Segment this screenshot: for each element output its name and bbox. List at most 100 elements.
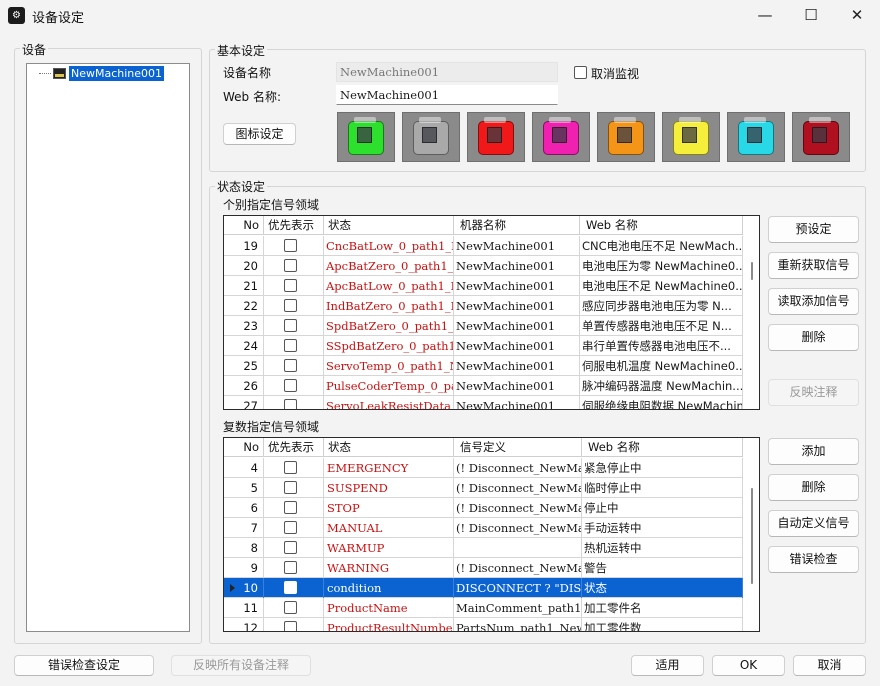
priority-checkbox[interactable] xyxy=(284,501,297,514)
status-cell[interactable]: CncBatLow_0_path1_N... xyxy=(324,236,454,256)
web-name-cell[interactable]: 串行单置传感器电池电压不... xyxy=(580,336,743,356)
table-row[interactable]: 7 MANUAL(! Disconnect_NewMac...手动运转中 xyxy=(224,518,743,538)
web-name-cell[interactable]: 脉冲编码器温度 NewMachin... xyxy=(580,376,743,396)
table-row[interactable]: 10 condition DISCONNECT ? "DIS... 状态 xyxy=(224,578,743,598)
cancel-button[interactable]: 取消 xyxy=(793,655,866,676)
table-row[interactable]: 8 WARMUP 热机运转中 xyxy=(224,538,743,558)
machine-name-cell[interactable]: NewMachine001 xyxy=(454,296,580,316)
priority-checkbox[interactable] xyxy=(284,379,297,392)
machine-name-cell[interactable]: NewMachine001 xyxy=(454,396,580,409)
web-name-cell[interactable]: 热机运转中 xyxy=(582,538,743,558)
status-cell[interactable]: IndBatZero_0_path1_N... xyxy=(324,296,454,316)
priority-checkbox[interactable] xyxy=(284,279,297,292)
machine-color-icon[interactable] xyxy=(532,112,590,162)
table-row[interactable]: 4 EMERGENCY(! Disconnect_NewMac...紧急停止中 xyxy=(224,458,743,478)
error-check-settings-button[interactable]: 错误检查设定 xyxy=(14,655,154,676)
multiple-signal-grid[interactable]: No 优先表示 状态 信号定义 Web 名称 4 EMERGENCY (! Disc… xyxy=(223,437,760,632)
machine-color-icon[interactable] xyxy=(337,112,395,162)
machine-name-cell[interactable]: NewMachine001 xyxy=(454,276,580,296)
table-row[interactable]: 19 CncBatLow_0_path1_N...NewMachine001CNC… xyxy=(224,236,743,256)
status-cell[interactable]: MANUAL xyxy=(324,518,454,538)
web-name-cell[interactable]: 伺服绝缘电阻数据 NewMachin... xyxy=(580,396,743,409)
web-name-cell[interactable]: 单置传感器电池电压不足 N... xyxy=(580,316,743,336)
table-row[interactable]: 12 ProductResultNumber PartsNum_path1_New.… xyxy=(224,618,743,631)
web-name-cell[interactable]: 手动运转中 xyxy=(582,518,743,538)
signal-definition-cell[interactable]: (! Disconnect_NewMac... xyxy=(454,498,582,518)
preset-button[interactable]: 预设定 xyxy=(768,216,859,243)
signal-definition-cell[interactable]: (! Disconnect_NewMac... xyxy=(454,478,582,498)
priority-checkbox[interactable] xyxy=(284,601,297,614)
machine-color-icon[interactable] xyxy=(792,112,850,162)
status-cell[interactable]: ApcBatLow_0_path1_N... xyxy=(324,276,454,296)
machine-name-cell[interactable]: NewMachine001 xyxy=(454,236,580,256)
machine-name-cell[interactable]: NewMachine001 xyxy=(454,316,580,336)
table-row[interactable]: 9 WARNING(! Disconnect_NewMac...警告 xyxy=(224,558,743,578)
web-name-cell[interactable]: 电池电压为零 NewMachine0... xyxy=(580,256,743,276)
status-cell[interactable]: ServoLeakResistData_0... xyxy=(324,396,454,409)
apply-button[interactable]: 适用 xyxy=(631,655,704,676)
web-name-cell[interactable]: 停止中 xyxy=(582,498,743,518)
machine-name-cell[interactable]: NewMachine001 xyxy=(454,376,580,396)
machine-color-icon[interactable] xyxy=(597,112,655,162)
status-cell[interactable]: STOP xyxy=(324,498,454,518)
table-row[interactable]: 25 ServoTemp_0_path1_N...NewMachine001伺服电… xyxy=(224,356,743,376)
individual-grid-scrollbar[interactable] xyxy=(751,262,753,280)
device-tree[interactable]: NewMachine001 xyxy=(26,63,190,632)
status-cell[interactable]: WARMUP xyxy=(324,538,454,558)
status-cell[interactable]: condition xyxy=(324,578,454,598)
delete-button[interactable]: 删除 xyxy=(768,474,859,501)
priority-checkbox[interactable] xyxy=(284,319,297,332)
icon-setting-button[interactable]: 图标设定 xyxy=(223,123,296,145)
table-row[interactable]: 24 SSpdBatZero_0_path1_...NewMachine001串行… xyxy=(224,336,743,356)
priority-checkbox[interactable] xyxy=(284,461,297,474)
tree-item-newmachine001[interactable]: NewMachine001 xyxy=(69,66,165,81)
status-cell[interactable]: SpdBatZero_0_path1_N... xyxy=(324,316,454,336)
web-name-cell[interactable]: 感应同步器电池电压为零 N... xyxy=(580,296,743,316)
web-name-cell[interactable]: 警告 xyxy=(582,558,743,578)
web-name-cell[interactable]: 电池电压不足 NewMachine0... xyxy=(580,276,743,296)
status-cell[interactable]: SUSPEND xyxy=(324,478,454,498)
priority-checkbox[interactable] xyxy=(284,581,297,594)
status-cell[interactable]: PulseCoderTemp_0_pat... xyxy=(324,376,454,396)
table-row[interactable]: 5 SUSPEND(! Disconnect_NewMac...临时停止中 xyxy=(224,478,743,498)
web-name-cell[interactable]: CNC电池电压不足 NewMach... xyxy=(580,236,743,256)
minimize-button[interactable]: — xyxy=(742,0,788,32)
add-button[interactable]: 添加 xyxy=(768,438,859,465)
error-check-button[interactable]: 错误检查 xyxy=(768,546,859,573)
web-name-cell[interactable]: 加工零件数 xyxy=(582,618,743,631)
status-cell[interactable]: EMERGENCY xyxy=(324,458,454,478)
signal-definition-cell[interactable]: DISCONNECT ? "DIS... xyxy=(454,578,582,598)
priority-checkbox[interactable] xyxy=(284,561,297,574)
status-cell[interactable]: ProductName xyxy=(324,598,454,618)
status-cell[interactable]: ServoTemp_0_path1_N... xyxy=(324,356,454,376)
reacquire-signal-button[interactable]: 重新获取信号 xyxy=(768,252,859,279)
status-cell[interactable]: ProductResultNumber xyxy=(324,618,454,631)
web-name-cell[interactable]: 状态 xyxy=(582,578,743,598)
signal-definition-cell[interactable]: MainComment_path1_... xyxy=(454,598,582,618)
machine-name-cell[interactable]: NewMachine001 xyxy=(454,356,580,376)
table-row[interactable]: 6 STOP(! Disconnect_NewMac...停止中 xyxy=(224,498,743,518)
signal-definition-cell[interactable]: PartsNum_path1_New... xyxy=(454,618,582,631)
web-name-input[interactable]: NewMachine001 xyxy=(336,85,558,105)
priority-checkbox[interactable] xyxy=(284,359,297,372)
priority-checkbox[interactable] xyxy=(284,521,297,534)
priority-checkbox[interactable] xyxy=(284,399,297,409)
close-button[interactable]: ✕ xyxy=(834,0,880,32)
priority-checkbox[interactable] xyxy=(284,481,297,494)
machine-color-icon[interactable] xyxy=(662,112,720,162)
signal-definition-cell[interactable]: (! Disconnect_NewMac... xyxy=(454,518,582,538)
priority-checkbox[interactable] xyxy=(284,239,297,252)
cancel-monitor-checkbox[interactable] xyxy=(574,66,587,79)
maximize-button[interactable]: ☐ xyxy=(788,0,834,32)
priority-checkbox[interactable] xyxy=(284,621,297,631)
table-row[interactable]: 26 PulseCoderTemp_0_pat...NewMachine001脉冲… xyxy=(224,376,743,396)
delete-signal-button[interactable]: 删除 xyxy=(768,324,859,351)
ok-button[interactable]: OK xyxy=(712,655,785,676)
read-add-signal-button[interactable]: 读取添加信号 xyxy=(768,288,859,315)
table-row[interactable]: 22 IndBatZero_0_path1_N...NewMachine001感应… xyxy=(224,296,743,316)
web-name-cell[interactable]: 加工零件名 xyxy=(582,598,743,618)
table-row[interactable]: 20 ApcBatZero_0_path1_N...NewMachine001电池… xyxy=(224,256,743,276)
status-cell[interactable]: WARNING xyxy=(324,558,454,578)
auto-define-signal-button[interactable]: 自动定义信号 xyxy=(768,510,859,537)
web-name-cell[interactable]: 紧急停止中 xyxy=(582,458,743,478)
